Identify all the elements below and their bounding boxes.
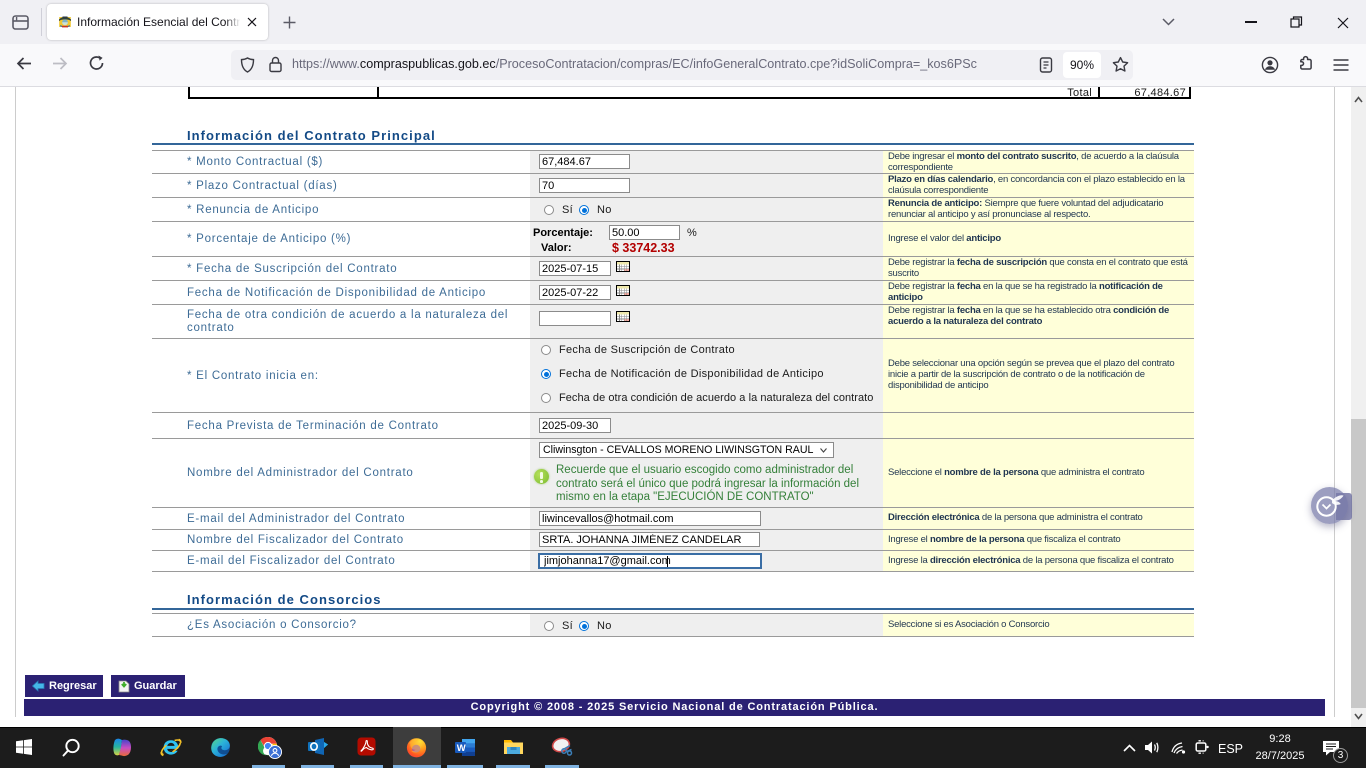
svg-text:W: W [457,743,466,754]
